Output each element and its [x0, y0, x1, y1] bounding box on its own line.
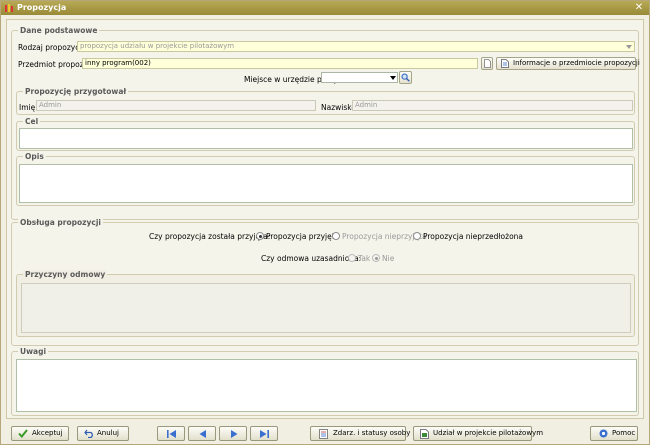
- cancel-button[interactable]: Anuluj: [77, 426, 129, 441]
- imie-value: Admin: [39, 101, 62, 109]
- next-record-icon: [231, 430, 238, 438]
- rodzaj-select[interactable]: propozycja udziału w projekcie pilotażow…: [77, 41, 635, 52]
- radio-nie[interactable]: [372, 254, 380, 262]
- propozycja-window: Propozycja ✕ Dane podstawowe Rodzaj prop…: [0, 0, 650, 445]
- miejsce-dropdown-button[interactable]: [388, 72, 398, 83]
- pilot-project-button[interactable]: Udział w projekcie pilotażowym: [413, 426, 543, 441]
- first-record-icon: [167, 430, 176, 438]
- info-przedmiot-label: Informacje o przedmiocie propozycji: [513, 59, 640, 67]
- opis-textarea[interactable]: [19, 164, 633, 203]
- radio-przyjeta-label: Propozycja przyjęta: [266, 232, 340, 241]
- help-label: Pomoc: [612, 429, 636, 437]
- check-icon: [18, 429, 28, 438]
- prepared-by-legend: Propozycję przygotował: [23, 87, 129, 96]
- opis-legend: Opis: [23, 152, 46, 161]
- window-title: Propozycja: [17, 3, 67, 12]
- przedmiot-value: inny program(002): [85, 59, 151, 67]
- reasons-legend: Przyczyny odmowy: [23, 270, 108, 279]
- pilot-project-label: Udział w projekcie pilotażowym: [433, 429, 544, 437]
- radio-nieprzedlozona-label: Propozycja nieprzedłożona: [423, 232, 524, 241]
- info-przedmiot-button[interactable]: Informacje o przedmiocie propozycji: [496, 57, 640, 70]
- nav-last-button[interactable]: [250, 426, 278, 441]
- miejsce-search-button[interactable]: [399, 71, 412, 84]
- przedmiot-field[interactable]: inny program(002): [82, 58, 478, 69]
- chevron-down-icon: [626, 45, 632, 49]
- help-button[interactable]: Pomoc: [590, 426, 638, 441]
- title-bar[interactable]: Propozycja ✕: [1, 1, 649, 15]
- radio-tak[interactable]: [348, 254, 356, 262]
- rodzaj-value: propozycja udziału w projekcie pilotażow…: [80, 42, 235, 50]
- events-statuses-label: Zdarz. i statusy osoby: [333, 429, 411, 437]
- nazwisko-value: Admin: [355, 101, 378, 109]
- form-body: Dane podstawowe Rodzaj propozycji propoz…: [6, 19, 644, 419]
- events-icon: [319, 429, 328, 439]
- accept-button[interactable]: Akceptuj: [11, 426, 69, 441]
- miejsce-select[interactable]: [321, 72, 389, 83]
- reasons-textarea[interactable]: [21, 283, 631, 333]
- cel-textarea[interactable]: [19, 128, 633, 149]
- info-doc-icon: [501, 59, 509, 68]
- nazwisko-field[interactable]: Admin: [352, 100, 633, 111]
- app-icon: [5, 4, 13, 12]
- radio-przyjeta[interactable]: [256, 232, 264, 240]
- help-icon: [599, 429, 608, 438]
- nav-prev-button[interactable]: [188, 426, 216, 441]
- refusal-question: Czy odmowa uzasadniona:: [261, 254, 362, 263]
- nav-next-button[interactable]: [219, 426, 247, 441]
- handling-legend: Obsługa propozycji: [18, 218, 103, 227]
- accept-label: Akceptuj: [32, 429, 63, 437]
- nazwisko-label: Nazwisko: [321, 103, 356, 112]
- search-icon: [401, 73, 410, 82]
- undo-icon: [84, 429, 93, 438]
- basic-data-legend: Dane podstawowe: [18, 26, 100, 35]
- uwagi-textarea[interactable]: [16, 359, 637, 412]
- imie-label: Imię: [19, 103, 36, 112]
- radio-tak-label: Tak: [358, 254, 371, 263]
- cel-legend: Cel: [23, 117, 41, 126]
- cancel-label: Anuluj: [97, 429, 119, 437]
- nav-first-button[interactable]: [157, 426, 185, 441]
- rodzaj-label: Rodzaj propozycji: [18, 43, 84, 52]
- uwagi-legend: Uwagi: [18, 347, 49, 356]
- last-record-icon: [260, 430, 269, 438]
- radio-nieprzedlozona[interactable]: [413, 232, 421, 240]
- pilot-doc-icon: [420, 429, 429, 439]
- prev-record-icon: [199, 430, 206, 438]
- przedmiot-picker-button[interactable]: [481, 57, 493, 70]
- imie-field[interactable]: Admin: [36, 100, 316, 111]
- document-icon: [484, 59, 491, 68]
- events-statuses-button[interactable]: Zdarz. i statusy osoby: [310, 426, 410, 441]
- accepted-question: Czy propozycja została przyjęta:: [149, 232, 271, 241]
- radio-nie-label: Nie: [382, 254, 395, 263]
- close-icon[interactable]: ✕: [633, 2, 645, 14]
- radio-nieprzyjeta[interactable]: [332, 232, 340, 240]
